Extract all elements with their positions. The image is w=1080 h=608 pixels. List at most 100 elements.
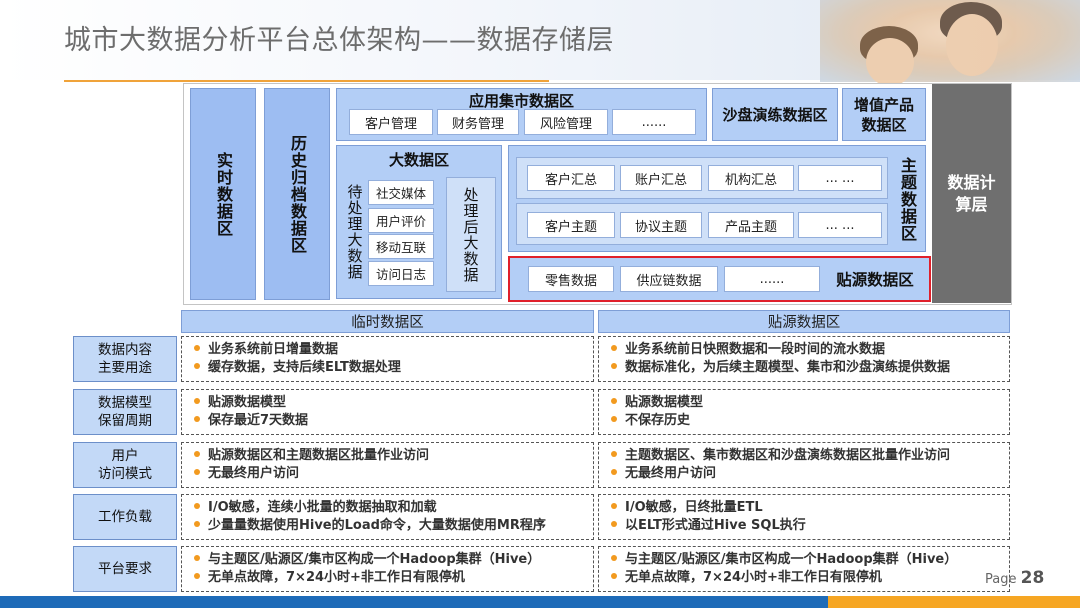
value-added-zone: 增值产品数据区 xyxy=(842,88,926,141)
source-item: 零售数据 xyxy=(528,266,614,292)
bigdata-item: 移动互联 xyxy=(368,234,434,259)
bullet-text: 缓存数据，支持后续ELT数据处理 xyxy=(208,359,401,375)
source-item: 供应链数据 xyxy=(620,266,718,292)
app-mart-item: 财务管理 xyxy=(437,109,519,135)
bullet-text: 贴源数据模型 xyxy=(625,395,704,410)
compute-layer: 数据计算层 xyxy=(932,84,1011,303)
bigdata-item: 社交媒体 xyxy=(368,180,434,205)
subject-item: 客户主题 xyxy=(527,212,615,238)
temp-cell: 贴源数据模型保存最近7天数据 xyxy=(181,389,594,435)
bullet-dot-icon xyxy=(611,468,617,475)
subject-item: 产品主题 xyxy=(708,212,794,238)
bullet-dot-icon xyxy=(194,398,200,404)
bullet-text: 不保存历史 xyxy=(625,412,691,428)
temp-cell: 与主题区/贴源区/集市区构成一个Hadoop集群（Hive） 无单点故障，7×24… xyxy=(181,546,594,592)
app-mart-item: ...... xyxy=(612,109,696,135)
realtime-zone: 实时数据区 xyxy=(190,88,256,300)
source-zone-label: 贴源数据区 xyxy=(836,271,914,289)
bullet-text: 主题数据区、集市数据区和沙盘演练数据区批量作业访问 xyxy=(625,448,951,463)
bullet-item: 无单点故障，7×24小时+非工作日有限停机 xyxy=(194,569,593,587)
bullet-item: 贴源数据模型 xyxy=(194,394,593,412)
bullet-item: 贴源数据区和主题数据区批量作业访问 xyxy=(194,447,593,465)
bullet-dot-icon xyxy=(194,451,200,457)
row-label: 数据模型 保留周期 xyxy=(73,389,177,435)
source-cell: 贴源数据模型 不保存历史 xyxy=(598,389,1010,435)
subject-zone-label: 主题数据区 xyxy=(898,156,917,242)
bullet-dot-icon xyxy=(611,520,617,527)
bullet-text: 无最终用户访问 xyxy=(208,465,300,481)
footer-bar-orange xyxy=(828,596,1080,608)
bullet-item: 缓存数据，支持后续ELT数据处理 xyxy=(194,359,593,377)
page-number: Page 28 xyxy=(985,568,1044,588)
bullet-text: I/O敏感，连续小批量的数据抽取和加载 xyxy=(208,500,437,515)
bullet-text: 少量量数据使用Hive的Load命令，大量数据使用MR程序 xyxy=(208,517,546,533)
bullet-dot-icon xyxy=(611,398,617,404)
page-title: 城市大数据分析平台总体架构——数据存储层 xyxy=(64,25,614,56)
row-label: 工作负载 xyxy=(73,494,177,540)
bullet-text: 业务系统前日快照数据和一段时间的流水数据 xyxy=(625,342,886,357)
temp-cell: 贴源数据区和主题数据区批量作业访问 无最终用户访问 xyxy=(181,442,594,488)
bullet-item: 不保存历史 xyxy=(611,412,1009,430)
bullet-text: 无最终用户访问 xyxy=(625,465,717,481)
bullet-item: 少量量数据使用Hive的Load命令，大量数据使用MR程序 xyxy=(194,517,593,535)
bullet-text: 业务系统前日增量数据 xyxy=(208,342,339,357)
bullet-text: 保存最近7天数据 xyxy=(208,412,309,428)
bigdata-item: 访问日志 xyxy=(368,261,434,286)
source-cell: 与主题区/贴源区/集市区构成一个Hadoop集群（Hive） 无单点故障，7×24… xyxy=(598,546,1010,592)
source-cell: 主题数据区、集市数据区和沙盘演练数据区批量作业访问 无最终用户访问 xyxy=(598,442,1010,488)
bullet-text: I/O敏感，日终批量ETL xyxy=(625,500,763,515)
app-mart-item: 客户管理 xyxy=(349,109,433,135)
realtime-zone-label: 实时数据区 xyxy=(214,151,233,237)
bullet-text: 贴源数据模型 xyxy=(208,395,287,410)
temp-cell: 业务系统前日增量数据缓存数据，支持后续ELT数据处理 xyxy=(181,336,594,382)
subject-zone-label-box: 主题数据区 xyxy=(892,150,922,248)
footer-bar-blue xyxy=(0,596,828,608)
bullet-item: 无最终用户访问 xyxy=(611,465,1009,483)
bigdata-pending-label: 待处理大数据 xyxy=(345,184,364,280)
bigdata-pending: 待处理大数据 xyxy=(343,172,367,292)
bullet-text: 以ELT形式通过Hive SQL执行 xyxy=(625,517,806,533)
bullet-dot-icon xyxy=(611,503,617,509)
app-mart-item: 风险管理 xyxy=(524,109,608,135)
bullet-dot-icon xyxy=(194,468,200,475)
temp-cell: I/O敏感，连续小批量的数据抽取和加载少量量数据使用Hive的Load命令，大量… xyxy=(181,494,594,540)
subject-item: 机构汇总 xyxy=(708,165,794,191)
source-cell: 业务系统前日快照数据和一段时间的流水数据数据标准化，为后续主题模型、集市和沙盘演… xyxy=(598,336,1010,382)
history-zone: 历史归档数据区 xyxy=(264,88,330,300)
bullet-item: 业务系统前日增量数据 xyxy=(194,341,593,359)
subject-item: ... ... xyxy=(798,165,882,191)
source-cell: I/O敏感，日终批量ETL 以ELT形式通过Hive SQL执行 xyxy=(598,494,1010,540)
row-label: 平台要求 xyxy=(73,546,177,592)
bullet-item: 业务系统前日快照数据和一段时间的流水数据 xyxy=(611,341,1009,359)
bullet-item: 主题数据区、集市数据区和沙盘演练数据区批量作业访问 xyxy=(611,447,1009,465)
bullet-dot-icon xyxy=(611,415,617,422)
bullet-dot-icon xyxy=(611,345,617,351)
history-zone-label: 历史归档数据区 xyxy=(288,134,307,254)
row-label: 用户 访问模式 xyxy=(73,442,177,488)
bullet-dot-icon xyxy=(611,362,617,369)
page-number-value: 28 xyxy=(1020,568,1045,588)
bullet-dot-icon xyxy=(194,555,200,561)
compute-layer-label: 数据计算层 xyxy=(947,172,996,214)
bullet-item: 数据标准化，为后续主题模型、集市和沙盘演练提供数据 xyxy=(611,359,1009,377)
bullet-dot-icon xyxy=(611,572,617,579)
subject-item: 客户汇总 xyxy=(527,165,615,191)
bullet-item: 无单点故障，7×24小时+非工作日有限停机 xyxy=(611,569,1009,587)
bigdata-processed: 处理后大数据 xyxy=(446,177,496,292)
bullet-item: 无最终用户访问 xyxy=(194,465,593,483)
source-item: ...... xyxy=(724,266,820,292)
subject-item: ... ... xyxy=(798,212,882,238)
bullet-text: 与主题区/贴源区/集市区构成一个Hadoop集群（Hive） xyxy=(625,552,958,567)
row-label: 数据内容 主要用途 xyxy=(73,336,177,382)
page-label: Page xyxy=(985,572,1017,587)
bigdata-title: 大数据区 xyxy=(388,151,449,169)
app-mart-title: 应用集市数据区 xyxy=(468,92,574,110)
source-zone-header: 贴源数据区 xyxy=(598,310,1010,333)
bullet-text: 无单点故障，7×24小时+非工作日有限停机 xyxy=(208,569,465,585)
bullet-item: I/O敏感，日终批量ETL xyxy=(611,499,1009,517)
bullet-item: 贴源数据模型 xyxy=(611,394,1009,412)
bullet-dot-icon xyxy=(194,345,200,351)
temp-zone-header: 临时数据区 xyxy=(181,310,594,333)
bullet-dot-icon xyxy=(194,415,200,422)
sandbox-zone: 沙盘演练数据区 xyxy=(712,88,838,141)
